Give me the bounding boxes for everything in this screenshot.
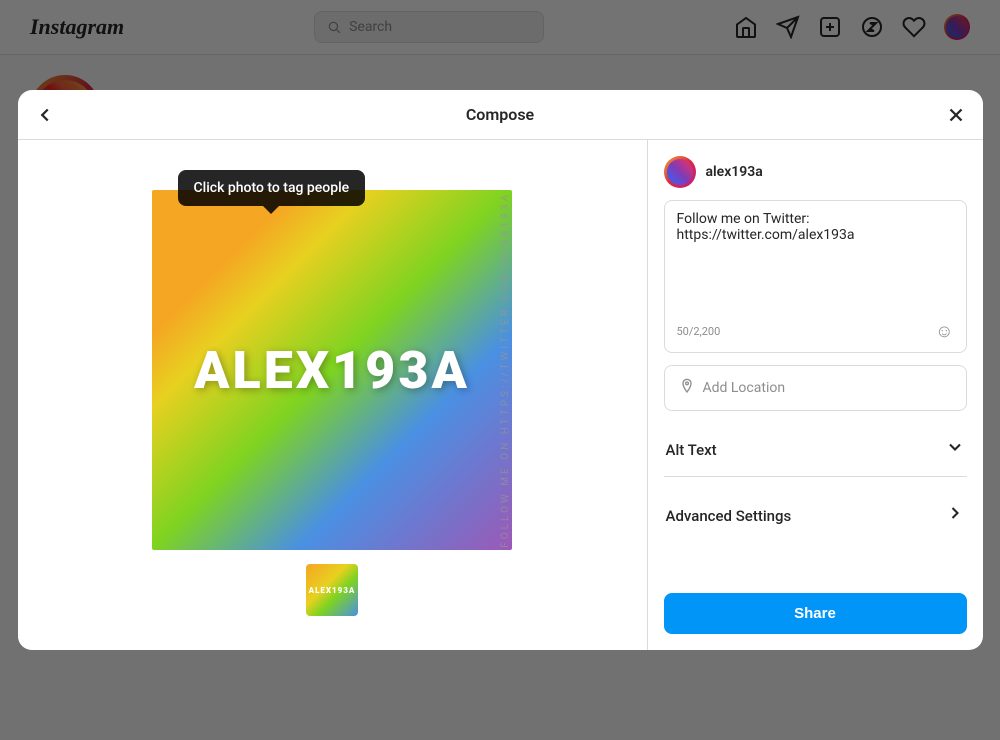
advanced-settings-row[interactable]: Advanced Settings: [664, 489, 967, 542]
location-placeholder: Add Location: [703, 380, 786, 396]
modal-back-button[interactable]: [34, 104, 56, 126]
tag-people-tooltip: Click photo to tag people: [178, 170, 366, 206]
alt-text-label: Alt Text: [666, 441, 717, 459]
modal-right-panel: alex193a 50/2,200 ☺: [648, 140, 983, 650]
emoji-button[interactable]: ☺: [935, 321, 953, 342]
caption-footer: 50/2,200 ☺: [677, 321, 954, 342]
alt-text-row[interactable]: Alt Text: [664, 423, 967, 477]
thumbnail-item[interactable]: ALEX193A: [306, 564, 358, 616]
location-field[interactable]: Add Location: [664, 365, 967, 411]
watermark-text: FOLLOW ME ON HTTPS://TWITTER.COM/ALEX193…: [500, 192, 511, 548]
share-button[interactable]: Share: [664, 593, 967, 634]
chevron-down-icon: [945, 437, 965, 462]
pin-icon: [679, 378, 695, 394]
modal-left-panel: Click photo to tag people ALEX193A FOLLO…: [18, 140, 648, 650]
back-arrow-icon: [34, 104, 56, 126]
post-image-text: ALEX193A: [194, 340, 470, 401]
username-text: alex193a: [706, 164, 763, 180]
close-icon: [945, 104, 967, 126]
modal-close-button[interactable]: [945, 104, 967, 126]
modal-title: Compose: [466, 105, 534, 124]
modal-body: Click photo to tag people ALEX193A FOLLO…: [18, 140, 983, 650]
chevron-right-icon: [945, 503, 965, 528]
advanced-settings-label: Advanced Settings: [666, 507, 792, 525]
thumbnail-text: ALEX193A: [309, 586, 356, 595]
modal-overlay: Compose Click photo to tag people: [0, 0, 1000, 740]
watermark-side: FOLLOW ME ON HTTPS://TWITTER.COM/ALEX193…: [490, 190, 520, 550]
post-image[interactable]: ALEX193A FOLLOW ME ON HTTPS://TWITTER.CO…: [152, 190, 512, 550]
user-info-row: alex193a: [664, 156, 967, 188]
compose-modal: Compose Click photo to tag people: [18, 90, 983, 650]
caption-box: 50/2,200 ☺: [664, 200, 967, 353]
thumbnail-strip: ALEX193A: [306, 564, 358, 616]
caption-count: 50/2,200: [677, 325, 721, 338]
user-avatar-small: [664, 156, 696, 188]
modal-header: Compose: [18, 90, 983, 140]
instagram-background: Instagram Search: [0, 0, 1000, 740]
location-icon: [679, 378, 695, 398]
caption-textarea[interactable]: [677, 211, 954, 311]
